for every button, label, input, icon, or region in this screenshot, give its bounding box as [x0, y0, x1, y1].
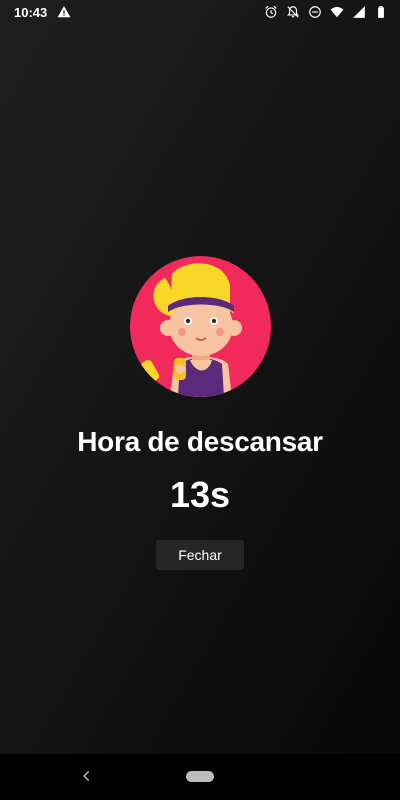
- rest-screen: 10:43 Hora de descansar 13s Fechar: [0, 0, 400, 800]
- rest-content: Hora de descansar 13s Fechar: [0, 0, 400, 754]
- home-pill-icon[interactable]: [186, 771, 214, 782]
- fitness-girl-avatar-icon: [130, 256, 271, 397]
- navigation-bar: [0, 754, 400, 800]
- back-chevron-icon[interactable]: [78, 766, 96, 786]
- close-button[interactable]: Fechar: [156, 540, 244, 570]
- rest-title: Hora de descansar: [77, 426, 323, 457]
- rest-timer: 13s: [169, 474, 231, 515]
